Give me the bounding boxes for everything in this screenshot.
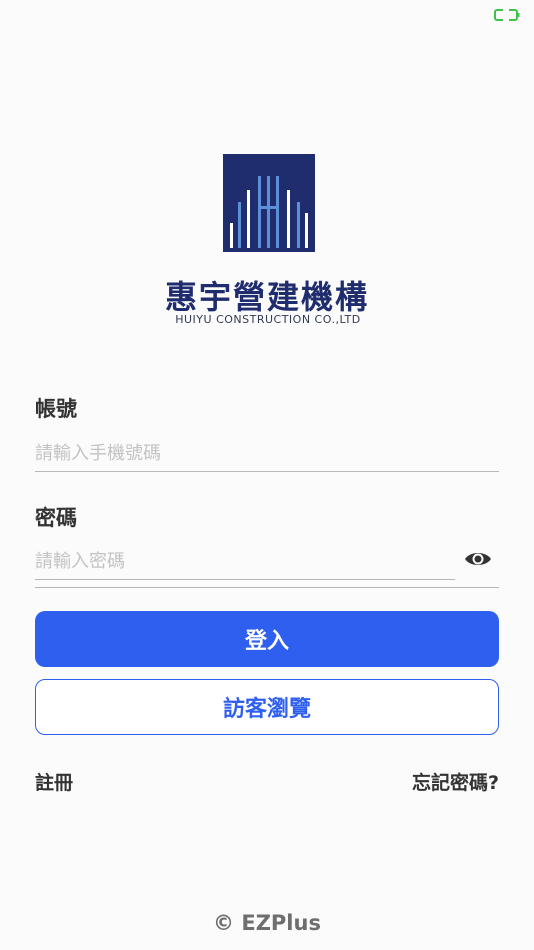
company-logo bbox=[223, 154, 315, 252]
company-name: 惠宇營建機構 bbox=[164, 278, 369, 316]
password-label: 密碼 bbox=[35, 506, 77, 530]
account-label: 帳號 bbox=[35, 397, 77, 421]
register-link[interactable]: 註冊 bbox=[35, 768, 73, 795]
forgot-password-link[interactable]: 忘記密碼? bbox=[412, 768, 499, 795]
account-input[interactable] bbox=[35, 435, 499, 472]
password-input[interactable] bbox=[35, 543, 455, 580]
password-underline bbox=[35, 587, 499, 588]
battery-charging-icon bbox=[494, 9, 520, 21]
eye-icon[interactable] bbox=[464, 548, 492, 570]
company-name-english: HUIYU CONSTRUCTION CO.,LTD bbox=[175, 313, 361, 326]
login-button[interactable]: 登入 bbox=[35, 611, 499, 667]
copyright-footer: © EZPlus bbox=[213, 911, 321, 935]
guest-browse-button[interactable]: 訪客瀏覽 bbox=[35, 679, 499, 735]
